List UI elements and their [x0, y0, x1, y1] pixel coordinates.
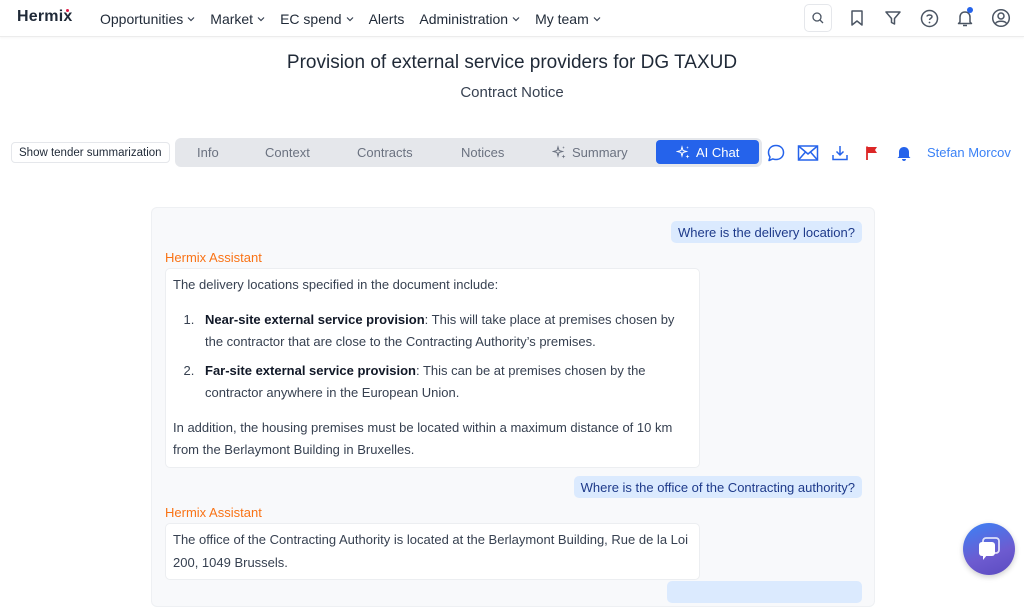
- tab-info[interactable]: Info: [197, 138, 219, 167]
- logo-text: Hermix: [17, 8, 73, 25]
- nav-label: Market: [210, 10, 254, 27]
- sparkles-icon: [676, 144, 690, 158]
- top-navigation: Hermix Opportunities Market EC spend Ale…: [0, 0, 1024, 37]
- nav-alerts[interactable]: Alerts: [369, 11, 405, 27]
- tab-label: Info: [197, 145, 219, 160]
- nav-label: Alerts: [368, 10, 405, 27]
- tab-ai-chat[interactable]: AI Chat: [656, 140, 760, 164]
- tab-summary[interactable]: Summary: [552, 138, 628, 167]
- account-icon: [991, 8, 1011, 28]
- nav-opportunities[interactable]: Opportunities: [100, 11, 195, 27]
- list-item-title: Near-site external service provision: [205, 311, 425, 327]
- list-item: Near-site external service provision: Th…: [198, 309, 692, 354]
- main-menu: Opportunities Market EC spend Alerts Adm…: [100, 0, 616, 37]
- tender-tabs: Info Context Contracts Notices Summary A…: [175, 138, 762, 167]
- notification-badge: [967, 7, 973, 13]
- tab-notices[interactable]: Notices: [461, 138, 504, 167]
- assistant-message: The delivery locations specified in the …: [165, 268, 700, 468]
- filter-icon: [885, 11, 901, 25]
- user-message: Where is the delivery location?: [670, 221, 862, 243]
- notifications-button[interactable]: [952, 4, 978, 32]
- chevron-down-icon: [187, 16, 195, 21]
- chevron-down-icon: [346, 16, 353, 21]
- help-button[interactable]: [916, 4, 942, 32]
- bookmark-icon: [851, 10, 863, 26]
- nav-icons: [804, 4, 1014, 32]
- hermix-logo[interactable]: Hermix: [17, 8, 72, 26]
- message-intro: The delivery locations specified in the …: [173, 277, 499, 292]
- message-outro: In addition, the housing premises must b…: [173, 419, 673, 458]
- ai-chat-panel: Where is the delivery location? Hermix A…: [151, 207, 875, 607]
- nav-label: Administration: [419, 10, 509, 27]
- comment-icon: [767, 144, 785, 162]
- tab-label: Summary: [572, 145, 628, 160]
- bookmark-button[interactable]: [844, 4, 870, 32]
- assistant-message: The office of the Contracting Authority …: [165, 523, 700, 580]
- sparkles-icon: [552, 145, 566, 159]
- alert-button[interactable]: [893, 142, 915, 164]
- tab-label: AI Chat: [696, 144, 740, 160]
- nav-label: Opportunities: [100, 10, 184, 27]
- download-button[interactable]: [829, 142, 851, 164]
- user-message: Where is the office of the Contracting a…: [573, 476, 862, 498]
- tender-actions: [765, 141, 925, 165]
- delivery-locations-list: Near-site external service provision: Th…: [198, 309, 692, 405]
- assistant-sender-label: Hermix Assistant: [165, 505, 262, 520]
- user-message-partial: [667, 581, 862, 603]
- assistant-sender-label: Hermix Assistant: [165, 250, 262, 265]
- chevron-down-icon: [257, 16, 265, 21]
- filter-button[interactable]: [880, 4, 906, 32]
- search-button[interactable]: [804, 4, 832, 32]
- list-item-title: Far-site external service provision: [205, 362, 416, 378]
- page-title: Provision of external service providers …: [286, 52, 738, 73]
- comment-button[interactable]: [765, 142, 787, 164]
- show-summarization-button[interactable]: Show tender summarization: [11, 142, 170, 163]
- chat-bubbles-icon: [979, 537, 1000, 560]
- nav-label: My team: [535, 10, 589, 27]
- flag-icon: [866, 146, 877, 160]
- nav-market[interactable]: Market: [210, 11, 265, 27]
- tab-label: Context: [265, 145, 310, 160]
- logo-dot: [66, 9, 69, 12]
- tab-label: Notices: [461, 145, 505, 160]
- nav-administration[interactable]: Administration: [419, 11, 520, 27]
- chevron-down-icon: [512, 16, 520, 21]
- search-icon: [812, 12, 824, 24]
- page-subtitle: Contract Notice: [460, 84, 564, 101]
- download-icon: [832, 146, 848, 161]
- email-button[interactable]: [797, 142, 819, 164]
- flag-button[interactable]: [861, 142, 883, 164]
- bell-icon: [897, 147, 911, 161]
- nav-my-team[interactable]: My team: [535, 11, 601, 27]
- list-item: Far-site external service provision: Thi…: [198, 360, 692, 405]
- account-button[interactable]: [988, 4, 1014, 32]
- help-icon: [920, 9, 938, 27]
- email-icon: [797, 145, 819, 161]
- nav-label: EC spend: [280, 10, 342, 27]
- tab-context[interactable]: Context: [265, 138, 310, 167]
- user-name-link[interactable]: Stefan Morcov: [927, 145, 1011, 160]
- tab-label: Contracts: [357, 145, 413, 160]
- chevron-down-icon: [593, 16, 601, 21]
- tab-contracts[interactable]: Contracts: [357, 138, 413, 167]
- nav-ec-spend[interactable]: EC spend: [280, 11, 353, 27]
- message-intro: The office of the Contracting Authority …: [173, 532, 689, 570]
- support-chat-button[interactable]: [963, 523, 1015, 575]
